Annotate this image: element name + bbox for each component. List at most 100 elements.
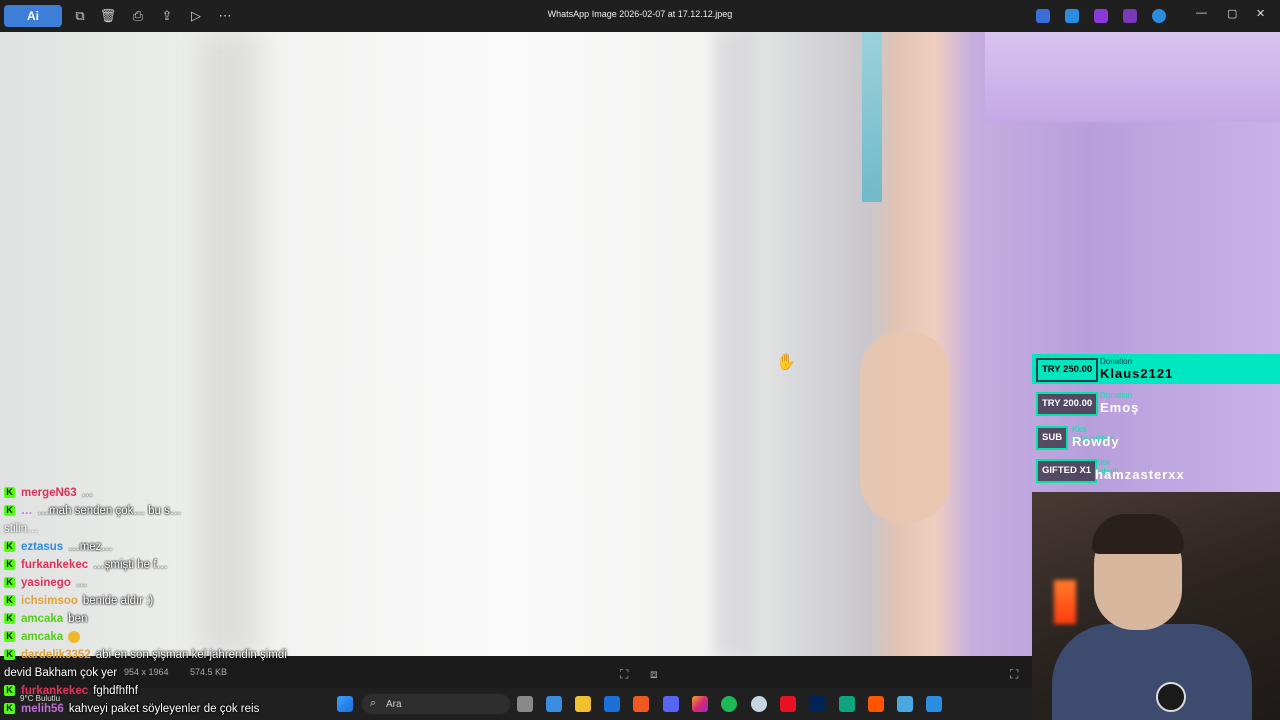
photo-hand bbox=[860, 332, 950, 522]
stream-chat: KmergeN63 … K … …mah senden çok… bu s… stil… bbox=[0, 484, 320, 718]
emoji-icon bbox=[68, 630, 81, 643]
chat-message: Kdardelik3352 abi en son şişman kel jahre… bbox=[0, 646, 320, 664]
chat-message: Kamcaka ben bbox=[0, 610, 320, 628]
kick-icon: K bbox=[4, 577, 15, 589]
kick-icon: K bbox=[4, 703, 15, 715]
photo-shirt-fold bbox=[715, 32, 755, 656]
minimize-button[interactable]: — bbox=[1196, 7, 1207, 19]
spotify-icon[interactable] bbox=[721, 696, 737, 712]
chat-username: amcaka bbox=[21, 631, 64, 643]
chatgpt-icon[interactable] bbox=[839, 696, 855, 712]
discord-icon[interactable] bbox=[663, 696, 679, 712]
edit-icon[interactable] bbox=[1065, 9, 1079, 23]
chat-text: …mah senden çok… bu s… bbox=[37, 505, 182, 517]
chat-message: Kmelih56 kahveyi paket söyleyenler de çok… bbox=[0, 700, 320, 718]
kick-icon: K bbox=[4, 505, 15, 517]
photos-icon[interactable] bbox=[926, 696, 942, 712]
chat-text: fghdfhfhf bbox=[93, 685, 138, 697]
outlook-icon[interactable] bbox=[604, 696, 620, 712]
search-placeholder: Ara bbox=[386, 699, 402, 710]
chat-text: stilin… bbox=[4, 523, 39, 535]
store-icon[interactable] bbox=[546, 696, 562, 712]
webcam-person-hair bbox=[1092, 514, 1184, 554]
chat-message: KmergeN63 … bbox=[0, 484, 320, 502]
chat-username: amcaka bbox=[21, 613, 64, 625]
chat-message: Kichsimsoo benide aldır :) bbox=[0, 592, 320, 610]
chat-username: mergeN63 bbox=[21, 487, 77, 499]
instagram-icon[interactable] bbox=[692, 696, 708, 712]
alert-name: Rowdy bbox=[1072, 434, 1120, 449]
chat-username: furkankekec bbox=[21, 685, 89, 697]
powershell-icon[interactable] bbox=[809, 696, 825, 712]
chat-message: Kfurkankekec …şmişti he f… bbox=[0, 556, 320, 574]
chat-text: … bbox=[81, 487, 94, 499]
webcam-person-shirt bbox=[1052, 624, 1252, 720]
chat-username: … bbox=[21, 505, 33, 517]
viewer-titlebar: Ai ⧉ 🗑 ⎙ ⇪ ▷ ⋯ WhatsApp Image 2026-02-07… bbox=[0, 0, 1280, 32]
steam-icon[interactable] bbox=[751, 696, 767, 712]
donation-alert: TRY 250.00 Donation Klaus2121 bbox=[1032, 354, 1280, 384]
chat-username: dardelik3352 bbox=[21, 649, 91, 661]
chat-username: ichsimsoo bbox=[21, 595, 78, 607]
webcam-feed bbox=[1032, 492, 1280, 720]
alert-amount: GIFTED X1 bbox=[1036, 459, 1098, 483]
chat-text: ben bbox=[68, 613, 88, 625]
webcam-lamp bbox=[1054, 580, 1076, 624]
chat-message: Keztasus …mez… bbox=[0, 538, 320, 556]
maximize-button[interactable]: ▢ bbox=[1227, 7, 1237, 20]
soundcloud-icon[interactable] bbox=[868, 696, 884, 712]
chat-username: eztasus bbox=[21, 541, 64, 553]
chat-message: Kamcaka bbox=[0, 628, 320, 646]
kick-icon: K bbox=[4, 685, 15, 697]
task-view-icon[interactable] bbox=[517, 696, 533, 712]
alert-amount: TRY 200.00 bbox=[1036, 392, 1099, 416]
kick-icon: K bbox=[4, 649, 15, 661]
chat-text: abi en son şişman kel jahrendin şimdi bbox=[95, 649, 287, 661]
chat-message: Kyasinego… bbox=[0, 574, 320, 592]
alert-amount: TRY 250.00 bbox=[1036, 358, 1099, 382]
photo-dress-belt bbox=[985, 32, 1280, 122]
start-icon[interactable] bbox=[337, 696, 353, 712]
onedrive-icon[interactable] bbox=[1152, 9, 1166, 23]
chat-text: kahveyi paket söyleyenler de çok reis bbox=[68, 703, 260, 715]
kick-icon: K bbox=[4, 595, 15, 607]
alert-amount: SUB bbox=[1036, 426, 1069, 450]
chat-username: furkankekec bbox=[21, 559, 89, 571]
alert-name: hamzasterxx bbox=[1095, 467, 1185, 482]
chat-text: benide aldır :) bbox=[82, 595, 154, 607]
chat-text: … bbox=[75, 577, 88, 589]
chat-text: devid Bakham çok yer bbox=[4, 667, 118, 679]
notepad-icon[interactable] bbox=[897, 696, 913, 712]
taskbar-search[interactable]: ⌕ Ara bbox=[362, 694, 510, 714]
chat-message-continuation: stilin… bbox=[0, 520, 320, 538]
alert-name: Emoş bbox=[1100, 400, 1140, 415]
kick-icon: K bbox=[4, 559, 15, 571]
chat-text: …mez… bbox=[68, 541, 113, 553]
alert-type: Donation bbox=[1100, 391, 1133, 400]
clipchamp-icon[interactable] bbox=[1094, 9, 1108, 23]
hand-cursor-icon: ✋ bbox=[776, 354, 796, 371]
shirt-badge-icon bbox=[1156, 682, 1186, 712]
file-title: WhatsApp Image 2026-02-07 at 17.12.12.jp… bbox=[547, 9, 733, 19]
brave-icon[interactable] bbox=[633, 696, 649, 712]
copilot-icon[interactable] bbox=[1036, 9, 1050, 23]
zoom-fit-icon[interactable]: ⛶ bbox=[620, 667, 628, 682]
fullscreen-icon[interactable]: ⛶ bbox=[1010, 667, 1018, 682]
photo-ribbon bbox=[862, 32, 882, 202]
chat-message-continuation: devid Bakham çok yer bbox=[0, 664, 320, 682]
chat-username: melih56 bbox=[21, 703, 64, 715]
xbox-icon[interactable] bbox=[780, 696, 796, 712]
crop-icon[interactable]: ⧈ bbox=[650, 667, 658, 682]
chat-message: K … …mah senden çok… bu s… bbox=[0, 502, 320, 520]
kick-icon: K bbox=[4, 613, 15, 625]
kick-icon: K bbox=[4, 541, 15, 553]
chat-message: Kfurkankekec fghdfhfhf bbox=[0, 682, 320, 700]
designer-icon[interactable] bbox=[1123, 9, 1137, 23]
close-button[interactable]: ✕ bbox=[1256, 7, 1265, 20]
chat-text: …şmişti he f… bbox=[93, 559, 168, 571]
kick-icon: K bbox=[4, 487, 15, 499]
search-icon: ⌕ bbox=[370, 697, 377, 709]
explorer-icon[interactable] bbox=[575, 696, 591, 712]
alert-type: Donation bbox=[1100, 357, 1133, 366]
alert-name: Klaus2121 bbox=[1100, 366, 1174, 381]
